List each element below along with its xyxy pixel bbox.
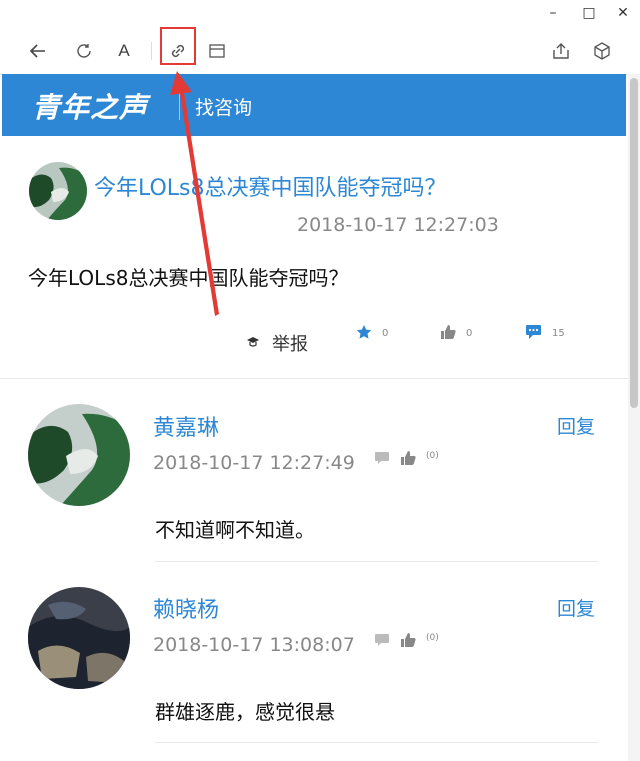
cube-icon[interactable] [589, 38, 615, 64]
comment-timestamp: 2018-10-17 13:08:07 [153, 634, 355, 656]
like-stat[interactable]: 0 [440, 324, 472, 343]
window-icon[interactable] [204, 38, 230, 64]
avatar[interactable] [29, 162, 87, 220]
comment-body: 群雄逐鹿，感觉很悬 [155, 700, 335, 724]
star-icon [356, 324, 372, 343]
post-body: 今年LOLs8总决赛中国队能夺冠吗？ [28, 266, 349, 290]
like-count: 0 [466, 328, 473, 339]
post-title[interactable]: 今年LOLs8总决赛中国队能夺冠吗？ [94, 170, 447, 202]
find-consult-link[interactable]: 找咨询 [195, 93, 252, 120]
font-icon[interactable]: A [111, 38, 137, 64]
comment-divider [155, 742, 598, 743]
graduation-cap-icon [246, 333, 260, 354]
link-button-highlight [160, 27, 196, 65]
back-arrow-icon[interactable] [25, 38, 51, 64]
favorite-stat[interactable]: 0 [356, 324, 388, 343]
commenter-name[interactable]: 赖晓杨 [153, 592, 219, 624]
comment-bubble-icon [525, 324, 542, 343]
comment-body: 不知道啊不知道。 [155, 518, 315, 542]
site-logo: 青年之声 [32, 91, 149, 124]
comment-divider [155, 561, 598, 562]
thumbs-up-icon[interactable] [400, 450, 416, 469]
comment-actions: (0) [374, 632, 439, 651]
scrollbar-thumb[interactable] [630, 78, 638, 408]
maximize-button[interactable]: □ [582, 6, 596, 20]
browser-toolbar: A [0, 30, 640, 75]
reply-button[interactable]: 回复 [557, 594, 595, 621]
comment-timestamp: 2018-10-17 12:27:49 [153, 452, 355, 474]
page-content: 青年之声 找咨询 今年LOLs8总决赛中国队能夺冠吗？ 2018-10-17 1… [0, 74, 628, 761]
close-button[interactable]: ✕ [616, 6, 630, 20]
comment-actions: (0) [374, 450, 439, 469]
avatar[interactable] [28, 587, 130, 689]
comment-like-count: (0) [426, 632, 439, 643]
site-banner: 青年之声 找咨询 [2, 74, 626, 136]
report-label: 举报 [272, 334, 308, 355]
comment-count: 15 [552, 328, 565, 339]
banner-divider [179, 90, 180, 120]
comment-like-count: (0) [426, 450, 439, 461]
post-timestamp: 2018-10-17 12:27:03 [297, 214, 499, 236]
post-divider [0, 378, 628, 379]
minimize-button[interactable]: – [546, 6, 560, 20]
share-icon[interactable] [548, 38, 574, 64]
commenter-name[interactable]: 黄嘉琳 [153, 410, 219, 442]
refresh-icon[interactable] [71, 38, 97, 64]
avatar[interactable] [28, 404, 130, 506]
comment-bubble-icon[interactable] [374, 633, 390, 650]
toolbar-divider [151, 42, 152, 60]
favorite-count: 0 [382, 328, 389, 339]
thumbs-up-icon[interactable] [400, 632, 416, 651]
report-button[interactable]: 举报 [246, 330, 308, 356]
thumbs-up-icon [440, 324, 456, 343]
comment-bubble-icon[interactable] [374, 451, 390, 468]
comment-stat[interactable]: 15 [525, 324, 565, 343]
reply-button[interactable]: 回复 [557, 412, 595, 439]
